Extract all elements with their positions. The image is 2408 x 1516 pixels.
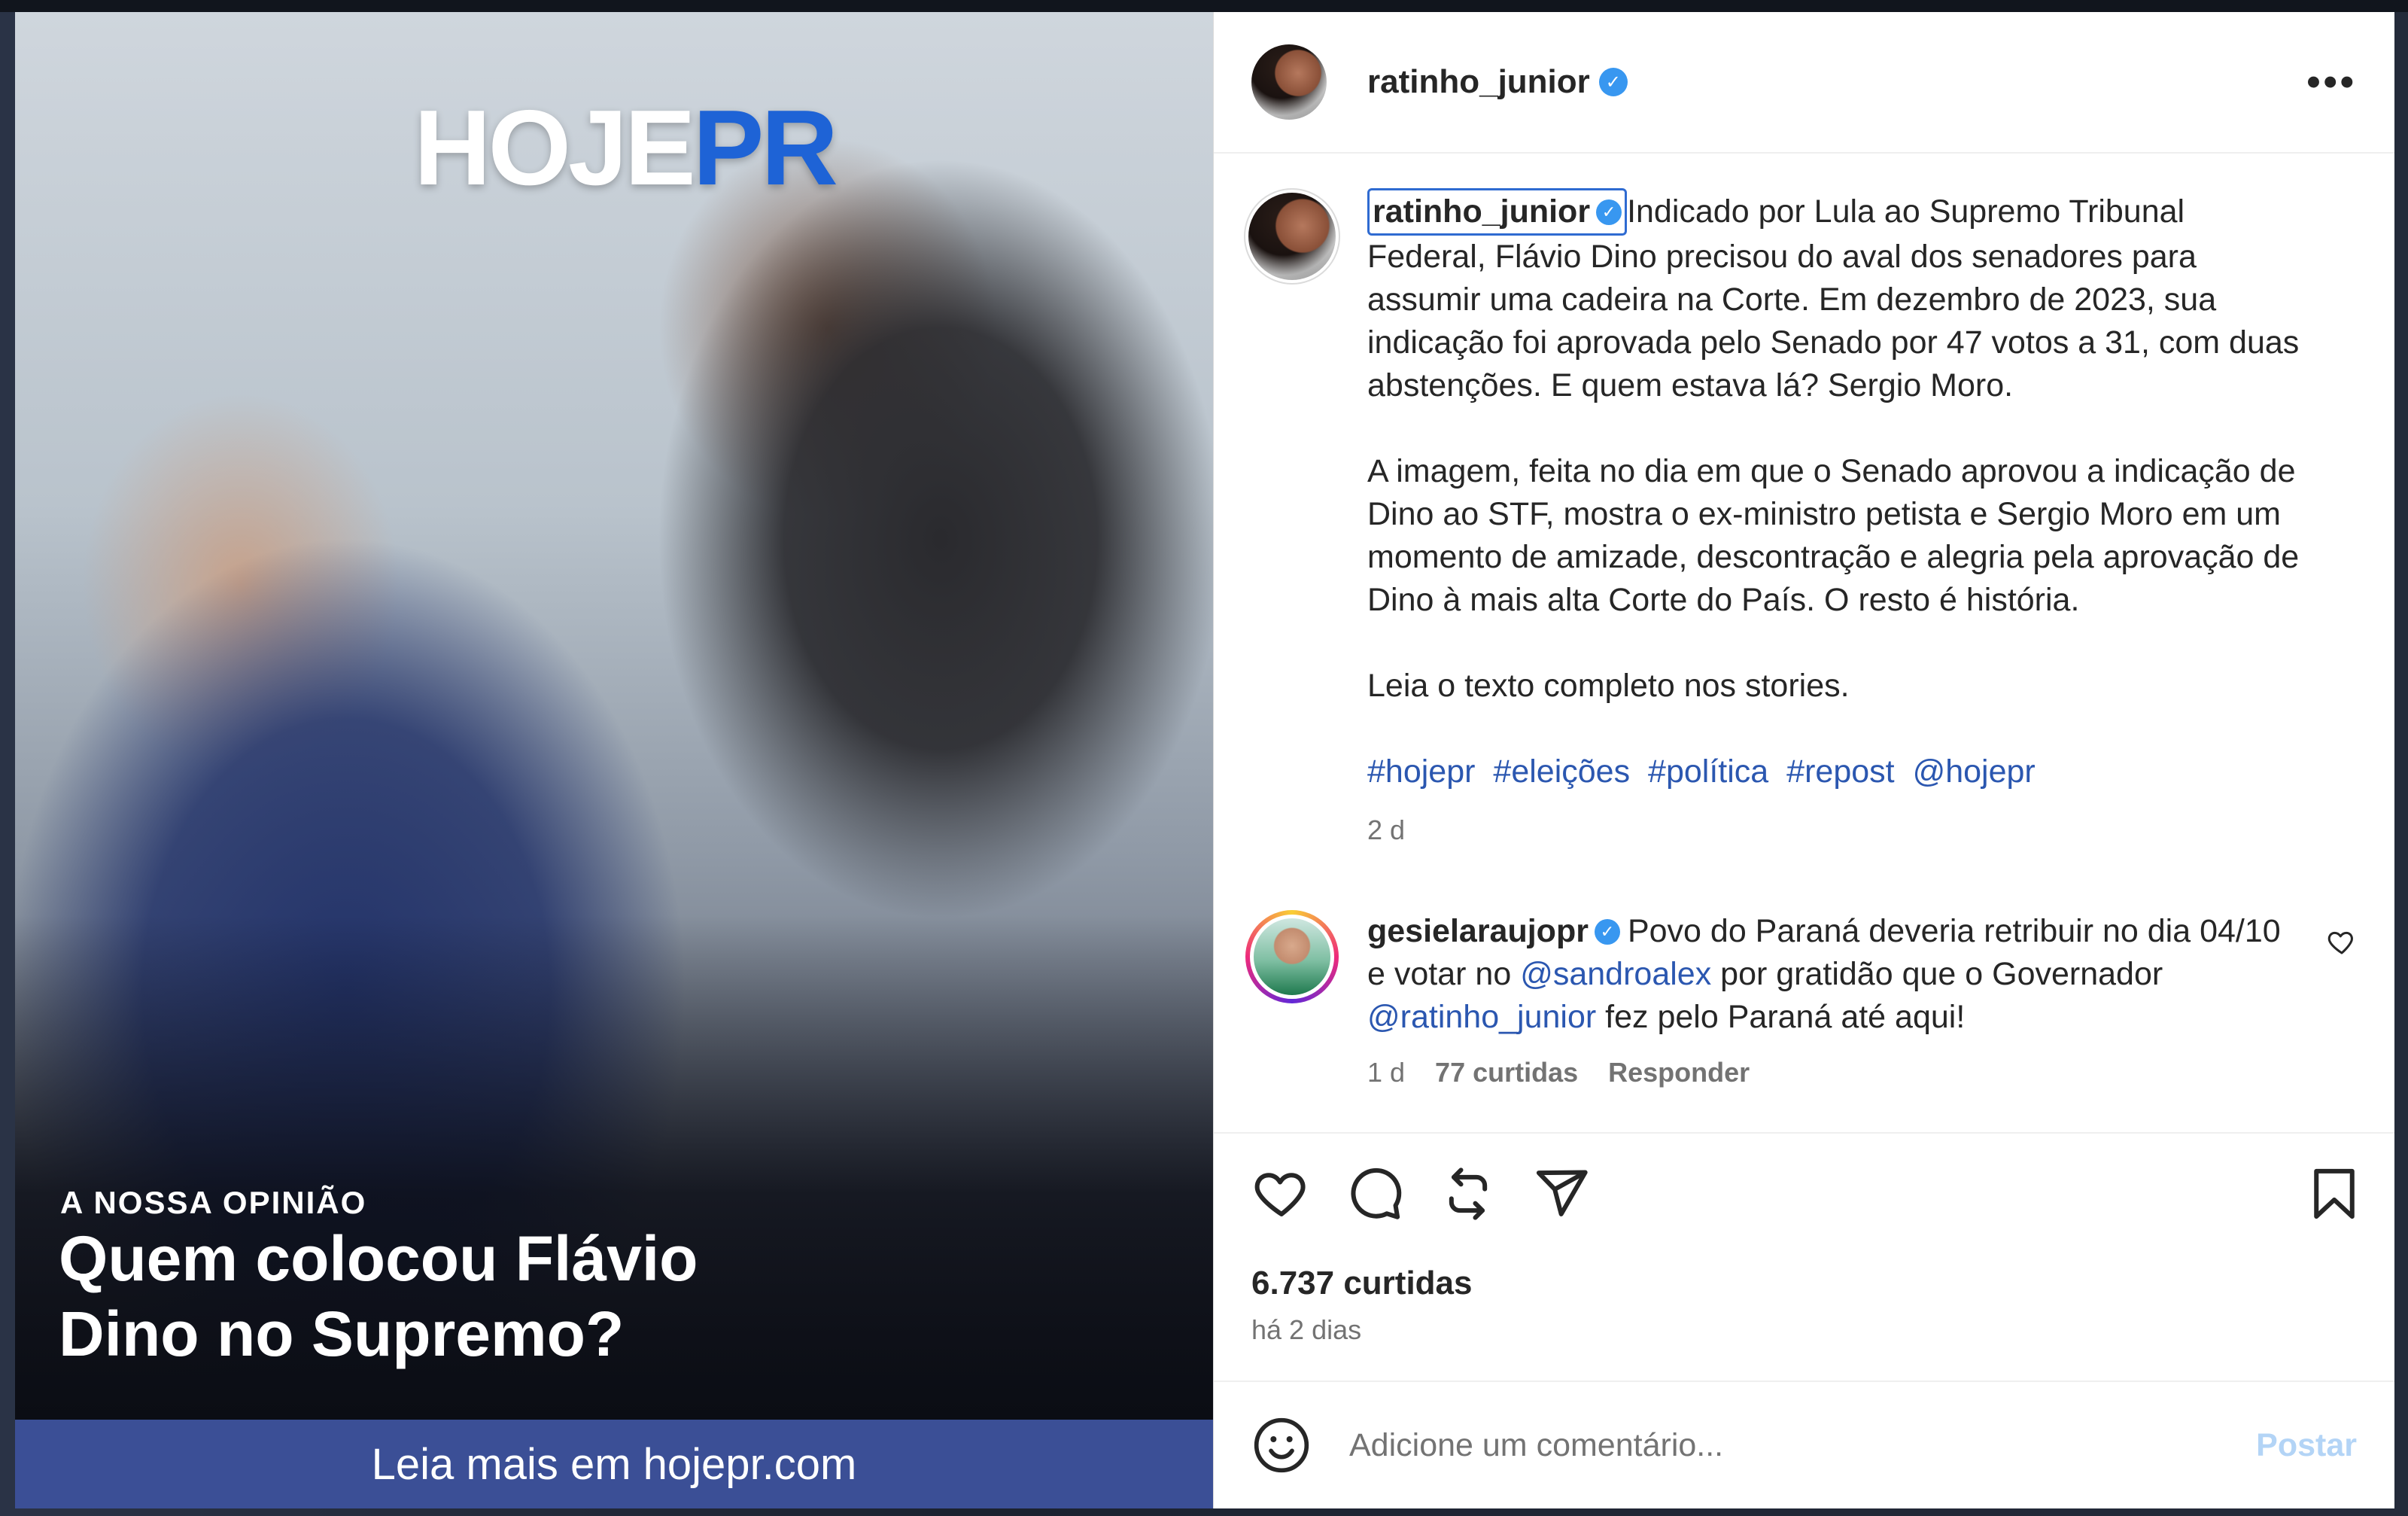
- share-icon[interactable]: [1531, 1164, 1592, 1224]
- caption-paragraph-2: A imagem, feita no dia em que o Senado a…: [1367, 453, 2300, 618]
- media-headline: Quem colocou Flávio Dino no Supremo?: [59, 1221, 886, 1371]
- post-header: ratinho_junior ✓ •••: [1214, 12, 2394, 154]
- post-comment-button[interactable]: Postar: [2256, 1427, 2357, 1464]
- commenter-avatar-with-story-ring[interactable]: [1245, 910, 1339, 1003]
- comment-text: gesielaraujopr ✓ Povo do Paraná deveria re…: [1367, 910, 2300, 1039]
- comment-input[interactable]: [1349, 1426, 2257, 1464]
- caption-paragraph-1: ratinho_junior ✓ Indicado por Lula ao Supr…: [1367, 188, 2300, 407]
- mention-link[interactable]: @ratinho_junior: [1367, 999, 1596, 1035]
- caption-author-avatar[interactable]: [1244, 188, 1340, 285]
- comment-text-part-2: por gratidão que o Governador: [1711, 956, 2163, 992]
- hashtag-link[interactable]: #eleições: [1493, 753, 1630, 790]
- comment-like-heart-icon[interactable]: [2327, 927, 2357, 957]
- caption-gap: [1367, 622, 2300, 665]
- verified-badge-icon: ✓: [1596, 199, 1622, 225]
- backdrop-top-strip: [0, 0, 2408, 12]
- post-likes-count[interactable]: 6.737 curtidas: [1251, 1265, 2364, 1302]
- comment-row: gesielaraujopr ✓ Povo do Paraná deveria re…: [1245, 910, 2357, 1094]
- reply-button[interactable]: Responder: [1608, 1051, 1750, 1094]
- mention-link[interactable]: @sandroalex: [1520, 956, 1711, 992]
- mention-link[interactable]: @hojepr: [1913, 753, 2036, 790]
- caption-hashtags: #hojepr #eleições #política #repost @hoj…: [1367, 750, 2300, 793]
- caption-timestamp[interactable]: 2 d: [1367, 808, 2300, 851]
- post-actions: 6.737 curtidas há 2 dias: [1214, 1132, 2394, 1381]
- hojepr-logo: HOJEPR: [414, 95, 838, 202]
- repost-icon[interactable]: [1438, 1164, 1498, 1224]
- commenter-username-link[interactable]: gesielaraujopr ✓: [1367, 910, 1628, 953]
- caption-username: ratinho_junior: [1373, 193, 1591, 230]
- comment-meta: 1 d 77 curtidas Responder: [1367, 1051, 2300, 1094]
- hashtag-link[interactable]: #hojepr: [1367, 753, 1475, 790]
- comment-body: gesielaraujopr ✓ Povo do Paraná deveria re…: [1367, 910, 2300, 1094]
- logo-part-hoje: HOJE: [414, 88, 696, 208]
- bookmark-icon[interactable]: [2304, 1164, 2364, 1224]
- commenter-avatar: [1250, 915, 1334, 999]
- media-kicker: A NOSSA OPINIÃO: [60, 1185, 367, 1220]
- verified-badge-icon: ✓: [1594, 918, 1620, 945]
- caption-body: ratinho_junior ✓ Indicado por Lula ao Supr…: [1367, 188, 2300, 851]
- action-icons-row: [1251, 1164, 2364, 1224]
- comment-timestamp[interactable]: 1 d: [1367, 1051, 1405, 1094]
- comment-text-part-3: fez pelo Paraná até aqui!: [1596, 999, 1966, 1035]
- emoji-icon[interactable]: [1251, 1415, 1312, 1475]
- caption-gap: [1367, 708, 2300, 750]
- headline-line-2: Dino no Supremo?: [59, 1298, 625, 1369]
- post-modal: HOJEPR A NOSSA OPINIÃO Quem colocou Fláv…: [15, 12, 2394, 1508]
- verified-badge-icon: ✓: [1598, 68, 1628, 96]
- hashtag-link[interactable]: #política: [1648, 753, 1768, 790]
- post-media[interactable]: HOJEPR A NOSSA OPINIÃO Quem colocou Fláv…: [15, 12, 1213, 1508]
- heart-icon[interactable]: [1251, 1164, 1312, 1224]
- comments-area[interactable]: ratinho_junior ✓ Indicado por Lula ao Supr…: [1214, 154, 2394, 1132]
- post-side-panel: ratinho_junior ✓ ••• ratinho_junior ✓ Indi…: [1213, 12, 2394, 1508]
- caption-paragraph-3: Leia o texto completo nos stories.: [1367, 668, 1850, 704]
- headline-line-1: Quem colocou Flávio: [59, 1223, 698, 1294]
- author-avatar[interactable]: [1251, 44, 1327, 120]
- logo-part-pr: PR: [692, 88, 838, 208]
- caption-row: ratinho_junior ✓ Indicado por Lula ao Supr…: [1244, 188, 2357, 851]
- add-comment-bar: Postar: [1214, 1381, 2394, 1508]
- media-cta-bar: Leia mais em hojepr.com: [15, 1420, 1213, 1508]
- commenter-username: gesielaraujopr: [1367, 913, 1589, 949]
- caption-username-link[interactable]: ratinho_junior ✓: [1367, 188, 1628, 236]
- author-username: ratinho_junior: [1367, 63, 1590, 100]
- hashtag-link[interactable]: #repost: [1786, 753, 1894, 790]
- post-timestamp[interactable]: há 2 dias: [1251, 1314, 2364, 1346]
- comment-icon[interactable]: [1345, 1164, 1405, 1224]
- caption-gap: [1367, 407, 2300, 450]
- comment-likes-count[interactable]: 77 curtidas: [1435, 1051, 1578, 1094]
- author-username-link[interactable]: ratinho_junior ✓: [1367, 63, 1628, 101]
- more-options-icon[interactable]: •••: [2306, 62, 2357, 102]
